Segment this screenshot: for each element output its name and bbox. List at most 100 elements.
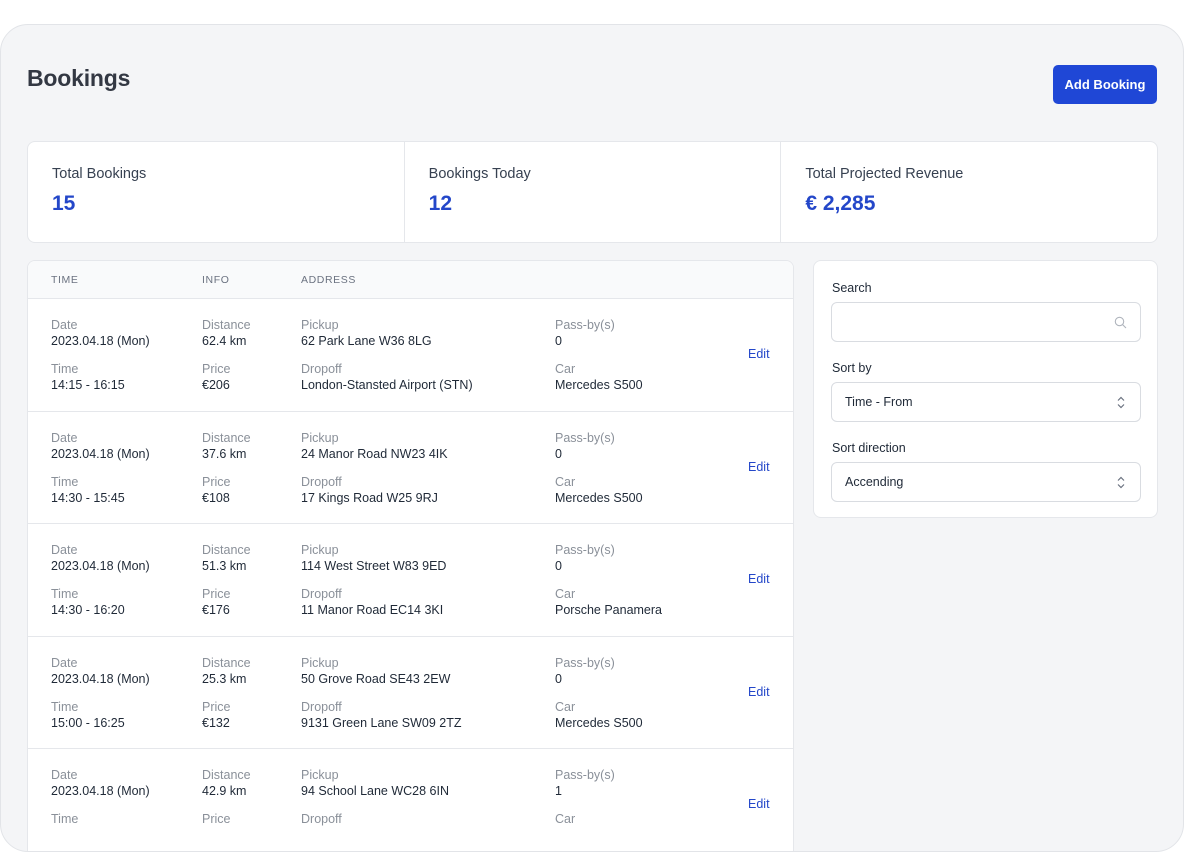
passby-value: 0 (555, 559, 562, 573)
passby-value: 1 (555, 784, 562, 798)
date-label: Date (51, 318, 78, 332)
passby-label: Pass-by(s) (555, 768, 615, 782)
pickup-value: 94 School Lane WC28 6IN (301, 784, 450, 798)
sort-direction-select[interactable]: Accending (831, 462, 1141, 502)
dropoff-label: Dropoff (301, 474, 342, 489)
passby-label: Pass-by(s) (555, 318, 615, 332)
pickup-label: Pickup (301, 543, 339, 557)
car-label: Car (555, 587, 576, 601)
date-label: Date (51, 655, 78, 670)
table-row: Date 2023.04.18 (Mon) Time 14:15 - 16:15 D… (28, 299, 793, 412)
stat-projected-revenue: Total Projected Revenue € 2,285 (780, 142, 1157, 242)
car-value: Porsche Panamera (555, 603, 663, 617)
date-value: 2023.04.18 (Mon) (51, 559, 150, 573)
edit-link[interactable]: Edit (748, 572, 770, 586)
search-icon (1114, 316, 1127, 334)
stat-label: Total Projected Revenue (805, 166, 964, 182)
dropoff-label: Dropoff (301, 362, 342, 376)
price-value: €206 (202, 378, 230, 392)
dropoff-label: Dropoff (301, 699, 342, 714)
car-label: Car (555, 362, 576, 376)
column-header-time: TIME (51, 274, 79, 286)
date-label: Date (51, 768, 78, 782)
chevron-up-down-icon (1116, 475, 1126, 495)
app-frame: Bookings Add Booking Total Bookings 15 B… (0, 24, 1184, 852)
time-value: 15:00 - 16:25 (51, 715, 125, 730)
time-label: Time (51, 587, 79, 601)
pickup-value: 114 West Street W83 9ED (301, 559, 447, 573)
pickup-label: Pickup (301, 655, 339, 670)
passby-label: Pass-by(s) (555, 430, 615, 445)
filter-panel: Search Sort by Time - From Sort directio… (813, 260, 1158, 518)
pickup-value: 24 Manor Road NW23 4IK (301, 446, 448, 461)
sort-direction-value: Accending (845, 475, 904, 489)
car-value: Mercedes S500 (555, 490, 643, 505)
time-value: 14:15 - 16:15 (51, 378, 125, 392)
sort-by-label: Sort by (832, 361, 872, 375)
bookings-table: TIME INFO ADDRESS Date 2023.04.18 (Mon) T… (27, 260, 794, 851)
dropoff-value: London-Stansted Airport (STN) (301, 378, 473, 392)
car-label: Car (555, 699, 576, 714)
price-label: Price (202, 587, 231, 601)
pickup-label: Pickup (301, 318, 339, 332)
passby-value: 0 (555, 334, 562, 348)
sort-by-select[interactable]: Time - From (831, 382, 1141, 422)
car-value: Mercedes S500 (555, 378, 643, 392)
dropoff-label: Dropoff (301, 587, 342, 601)
dropoff-label: Dropoff (301, 812, 342, 826)
car-value: Mercedes S500 (555, 715, 643, 730)
column-header-info: INFO (202, 274, 230, 286)
pickup-value: 62 Park Lane W36 8LG (301, 334, 432, 348)
date-value: 2023.04.18 (Mon) (51, 334, 150, 348)
page-title: Bookings (27, 65, 131, 91)
passby-label: Pass-by(s) (555, 655, 615, 670)
distance-label: Distance (202, 430, 251, 445)
passby-value: 0 (555, 671, 562, 686)
table-header: TIME INFO ADDRESS (28, 261, 793, 299)
edit-link[interactable]: Edit (748, 797, 770, 811)
time-label: Time (51, 362, 79, 376)
time-label: Time (51, 699, 79, 714)
date-value: 2023.04.18 (Mon) (51, 671, 150, 686)
dropoff-value: 11 Manor Road EC14 3KI (301, 603, 444, 617)
date-label: Date (51, 430, 78, 445)
column-header-address: ADDRESS (301, 274, 356, 286)
price-label: Price (202, 474, 231, 489)
pickup-label: Pickup (301, 768, 339, 782)
distance-value: 42.9 km (202, 784, 247, 798)
edit-link[interactable]: Edit (748, 347, 770, 361)
edit-link[interactable]: Edit (748, 685, 770, 699)
edit-link[interactable]: Edit (748, 460, 770, 474)
car-label: Car (555, 812, 576, 826)
price-value: €132 (202, 715, 230, 730)
dropoff-value: 9131 Green Lane SW09 2TZ (301, 715, 462, 730)
distance-value: 51.3 km (202, 559, 247, 573)
price-label: Price (202, 362, 231, 376)
stat-value: € 2,285 (805, 192, 876, 215)
table-row: Date 2023.04.18 (Mon) Time 14:30 - 16:20 D… (28, 524, 793, 637)
distance-value: 62.4 km (202, 334, 247, 348)
sort-direction-label: Sort direction (832, 441, 906, 455)
date-value: 2023.04.18 (Mon) (51, 446, 150, 461)
passby-label: Pass-by(s) (555, 543, 615, 557)
search-input[interactable] (831, 302, 1141, 342)
table-row: Date 2023.04.18 (Mon) Time 14:30 - 15:45 D… (28, 412, 793, 524)
distance-label: Distance (202, 543, 251, 557)
time-label: Time (51, 474, 79, 489)
time-value: 14:30 - 16:20 (51, 603, 125, 617)
pickup-value: 50 Grove Road SE43 2EW (301, 671, 451, 686)
sort-by-value: Time - From (845, 395, 913, 409)
add-booking-button[interactable]: Add Booking (1053, 65, 1157, 104)
car-label: Car (555, 474, 576, 489)
stats-panel: Total Bookings 15 Bookings Today 12 Tota… (27, 141, 1158, 243)
distance-label: Distance (202, 318, 251, 332)
stat-label: Bookings Today (428, 166, 531, 182)
date-value: 2023.04.18 (Mon) (51, 784, 150, 798)
stat-value: 12 (428, 192, 453, 215)
distance-value: 37.6 km (202, 446, 247, 461)
table-row: Date 2023.04.18 (Mon) Time 15:00 - 16:25 D… (28, 637, 793, 749)
time-value: 14:30 - 15:45 (51, 490, 125, 505)
chevron-up-down-icon (1116, 395, 1126, 415)
page-header: Bookings Add Booking (27, 65, 1157, 105)
stat-label: Total Bookings (52, 166, 147, 182)
